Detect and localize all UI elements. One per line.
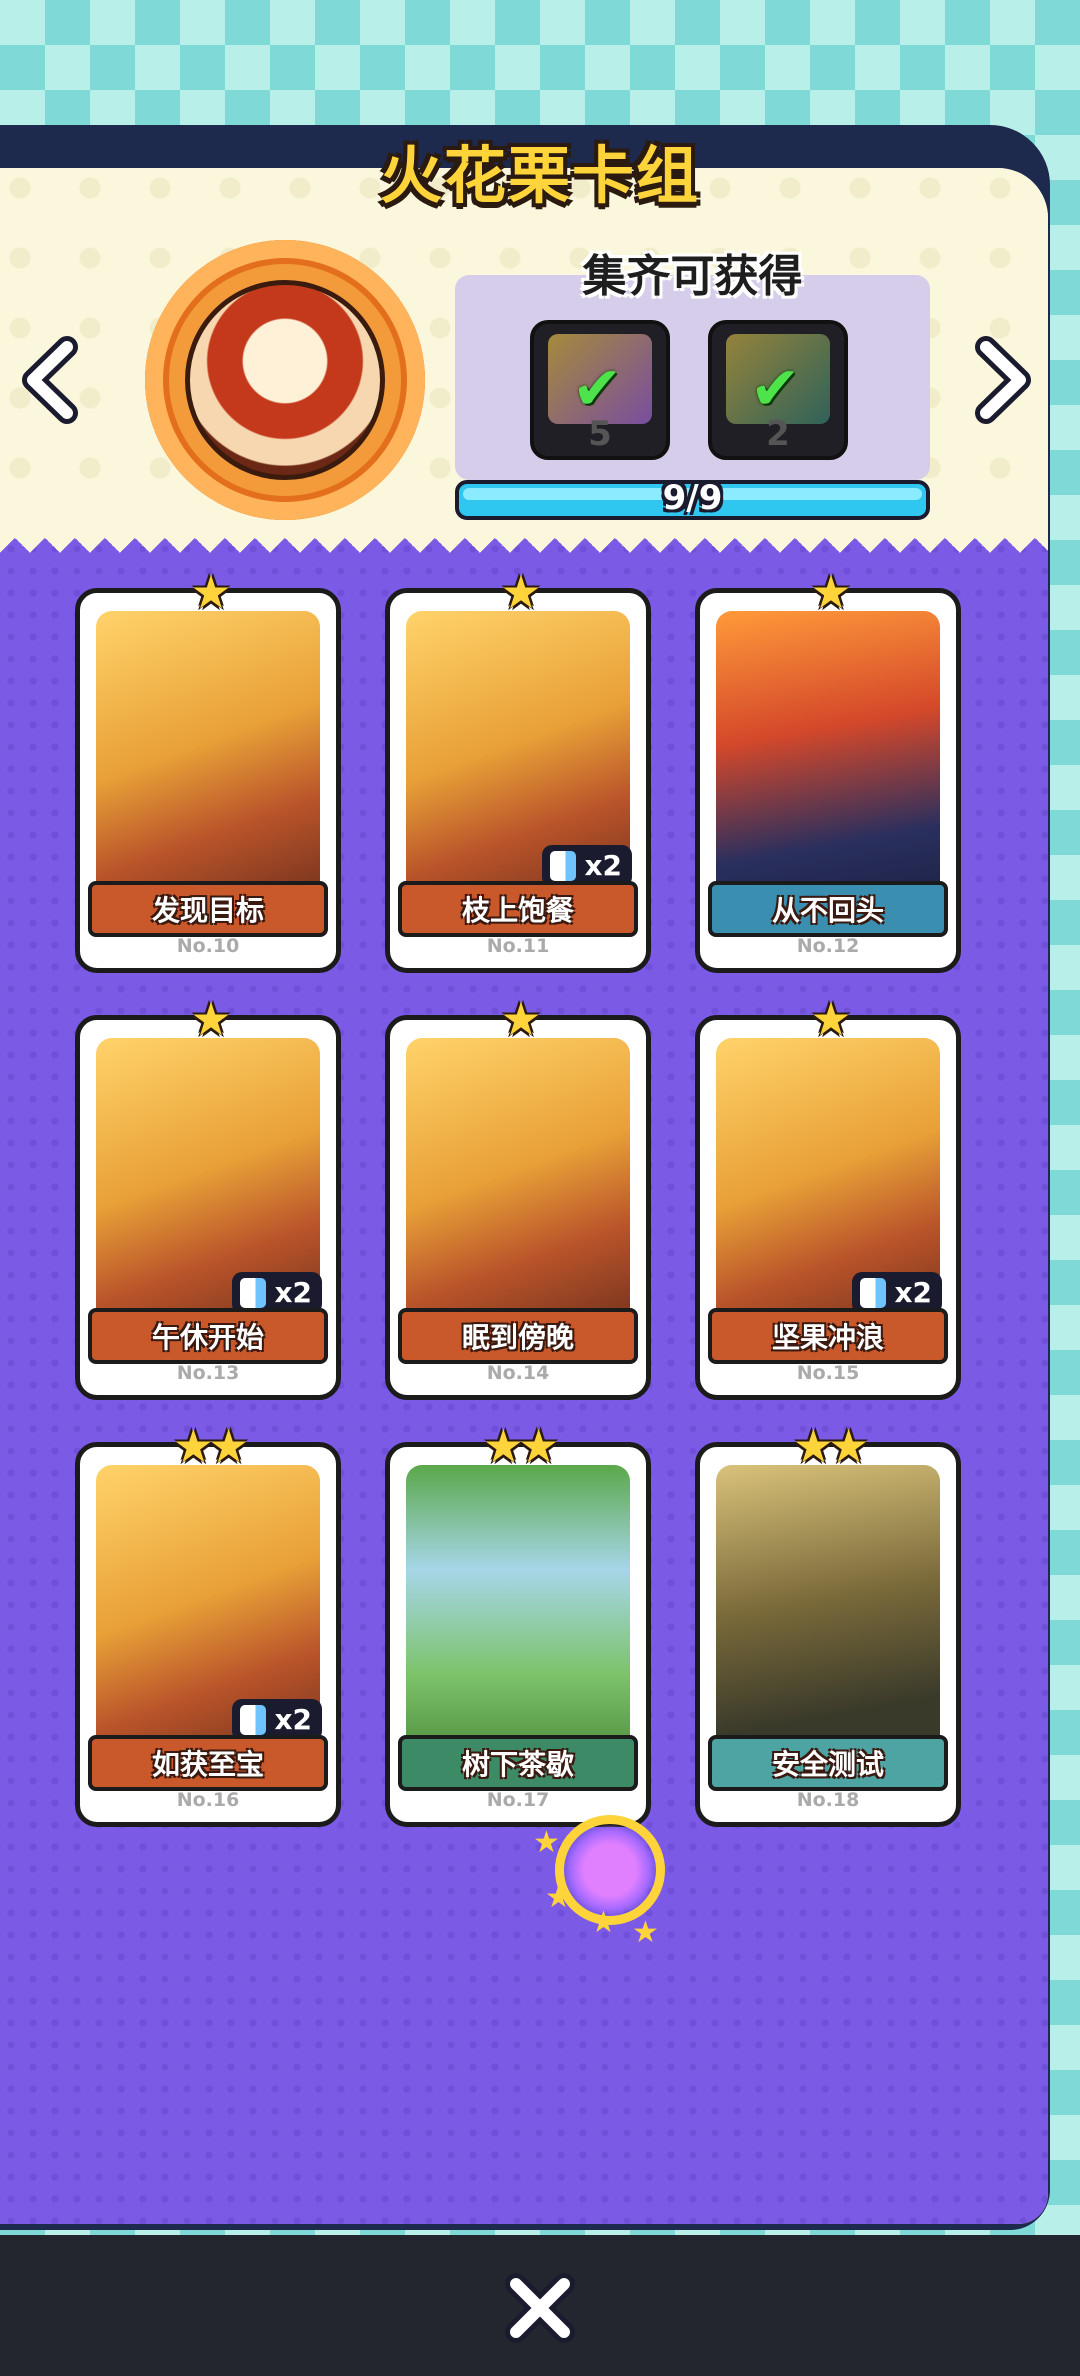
reward-box xyxy=(455,275,930,480)
sparkle-star-icon: ★ xyxy=(533,1825,560,1860)
chevron-left-icon xyxy=(22,336,78,424)
collection-card[interactable]: ★★ 树下茶歇 No.17 xyxy=(385,1419,651,1827)
reward-count: 2 xyxy=(766,414,790,454)
collection-card[interactable]: ★ 从不回头 No.12 xyxy=(695,565,961,973)
close-button[interactable] xyxy=(500,2268,580,2348)
collection-card[interactable]: ★ x2 午休开始 No.13 xyxy=(75,992,341,1400)
reward-item[interactable]: ✔ 5 xyxy=(530,320,670,460)
sparkle-star-icon: ★ xyxy=(545,1880,572,1915)
collection-card[interactable]: ★★ 安全测试 No.18 xyxy=(695,1419,961,1827)
card-copy-icon xyxy=(240,1278,267,1308)
card-number: No.17 xyxy=(486,1789,550,1811)
squirrel-portrait-icon xyxy=(185,280,385,480)
card-name: 安全测试 xyxy=(708,1735,948,1791)
card-artwork xyxy=(96,611,320,911)
collection-card[interactable]: ★ x2 枝上饱餐 No.11 xyxy=(385,565,651,973)
card-number: No.14 xyxy=(486,1362,550,1384)
card-number: No.16 xyxy=(176,1789,240,1811)
next-deck-arrow[interactable] xyxy=(968,335,1038,425)
sparkle-star-icon: ★ xyxy=(590,1905,617,1940)
close-icon xyxy=(505,2273,575,2343)
card-number: No.10 xyxy=(176,935,240,957)
collection-card[interactable]: ★ x2 坚果冲浪 No.15 xyxy=(695,992,961,1400)
reward-item[interactable]: ✔ 2 xyxy=(708,320,848,460)
chevron-right-icon xyxy=(975,336,1031,424)
collection-card[interactable]: ★ 眠到傍晚 No.14 xyxy=(385,992,651,1400)
card-number: No.13 xyxy=(176,1362,240,1384)
duplicate-count: x2 xyxy=(584,849,622,882)
collection-card[interactable]: ★ 发现目标 No.10 xyxy=(75,565,341,973)
card-name: 坚果冲浪 xyxy=(708,1308,948,1364)
reward-count: 5 xyxy=(588,414,612,454)
duplicate-count: x2 xyxy=(274,1276,312,1309)
card-name: 如获至宝 xyxy=(88,1735,328,1791)
reward-heading: 集齐可获得 xyxy=(582,251,803,302)
card-name: 午休开始 xyxy=(88,1308,328,1364)
sparkle-star-icon: ★ xyxy=(632,1915,659,1950)
card-number: No.11 xyxy=(486,935,550,957)
card-copy-icon xyxy=(240,1705,267,1735)
collection-progress-text: 9/9 xyxy=(662,478,723,518)
card-artwork xyxy=(716,611,940,911)
card-name: 枝上饱餐 xyxy=(398,881,638,937)
card-artwork xyxy=(406,1038,630,1338)
card-artwork xyxy=(406,1465,630,1765)
previous-deck-arrow[interactable] xyxy=(15,335,85,425)
card-name: 眠到傍晚 xyxy=(398,1308,638,1364)
card-name: 从不回头 xyxy=(708,881,948,937)
card-copy-icon xyxy=(550,851,577,881)
collection-card[interactable]: ★★ x2 如获至宝 No.16 xyxy=(75,1419,341,1827)
card-number: No.18 xyxy=(796,1789,860,1811)
card-artwork xyxy=(716,1465,940,1765)
card-copy-icon xyxy=(860,1278,887,1308)
card-number: No.12 xyxy=(796,935,860,957)
card-name: 树下茶歇 xyxy=(398,1735,638,1791)
zigzag-divider xyxy=(0,523,1048,553)
deck-badge xyxy=(145,240,425,520)
card-number: No.15 xyxy=(796,1362,860,1384)
deck-title: 火花栗卡组 xyxy=(379,139,700,212)
duplicate-count: x2 xyxy=(274,1703,312,1736)
card-name: 发现目标 xyxy=(88,881,328,937)
duplicate-count: x2 xyxy=(894,1276,932,1309)
